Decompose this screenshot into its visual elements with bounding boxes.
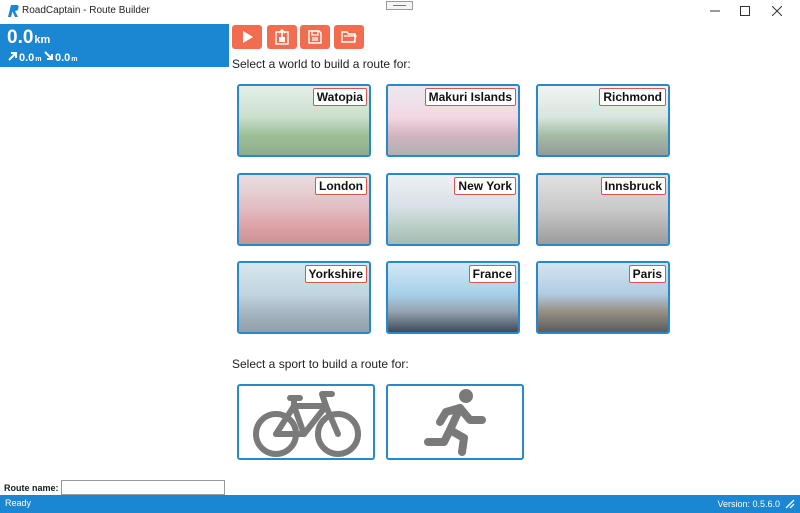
descent-unit: m	[71, 56, 78, 63]
world-name: Paris	[628, 265, 666, 283]
world-tile-new-york[interactable]: New York	[386, 173, 520, 246]
distance-value: 0.0	[7, 27, 34, 48]
window-title: RoadCaptain - Route Builder	[22, 5, 150, 16]
world-name: Watopia	[312, 88, 367, 106]
world-tile-france[interactable]: France	[386, 261, 520, 334]
descent-value: 0.0	[55, 52, 71, 64]
sport-tile-cycling[interactable]	[237, 384, 375, 460]
ascent-value: 0.0	[19, 52, 35, 64]
distance-unit: km	[34, 34, 51, 46]
ascent-unit: m	[35, 56, 42, 63]
world-tile-paris[interactable]: Paris	[536, 261, 670, 334]
play-icon	[243, 31, 253, 43]
distance-readout: 0.0km	[7, 27, 50, 49]
route-name-label: Route name:	[4, 483, 59, 493]
world-tile-watopia[interactable]: Watopia	[237, 84, 371, 157]
world-tile-makuri-islands[interactable]: Makuri Islands	[386, 84, 520, 157]
export-button[interactable]	[267, 25, 297, 49]
world-tile-yorkshire[interactable]: Yorkshire	[237, 261, 371, 334]
world-selection-prompt: Select a world to build a route for:	[232, 57, 411, 71]
world-tile-london[interactable]: London	[237, 173, 371, 246]
minimize-icon	[710, 10, 720, 12]
folder-icon	[341, 31, 357, 43]
save-button[interactable]	[300, 25, 330, 49]
descent-readout: 0.0 m	[44, 51, 78, 64]
status-bar: Ready Version: 0.5.6.0	[0, 495, 800, 513]
sport-selection-prompt: Select a sport to build a route for:	[232, 357, 409, 371]
world-name: Innsbruck	[600, 177, 666, 195]
world-name: France	[468, 265, 516, 283]
app-logo-icon	[8, 5, 19, 17]
world-name: Yorkshire	[304, 265, 367, 283]
arrow-up-right-icon	[8, 52, 17, 61]
world-name: Makuri Islands	[424, 88, 516, 106]
title-drag-handle[interactable]	[386, 1, 413, 10]
bicycle-icon	[253, 391, 361, 457]
save-icon	[308, 30, 322, 44]
route-name-input[interactable]	[61, 480, 225, 495]
world-name: Richmond	[599, 88, 666, 106]
world-tile-richmond[interactable]: Richmond	[536, 84, 670, 157]
maximize-icon	[740, 6, 750, 16]
route-summary-panel: 0.0km 0.0 m 0.0 m	[0, 24, 229, 67]
arrow-down-right-icon	[44, 51, 53, 60]
play-button[interactable]	[232, 25, 262, 49]
world-name: New York	[454, 177, 516, 195]
resize-grip-icon[interactable]	[785, 499, 795, 509]
runner-icon	[424, 389, 486, 456]
ascent-readout: 0.0 m	[8, 51, 42, 64]
close-icon	[772, 6, 782, 16]
export-icon	[275, 29, 289, 45]
world-name: London	[315, 177, 367, 195]
version-text: Version: 0.5.6.0	[717, 499, 780, 509]
minimize-button[interactable]	[700, 0, 730, 23]
title-bar: RoadCaptain - Route Builder	[0, 0, 800, 23]
close-button[interactable]	[762, 0, 792, 23]
sport-tile-running[interactable]	[386, 384, 524, 460]
world-tile-innsbruck[interactable]: Innsbruck	[536, 173, 670, 246]
status-text: Ready	[5, 498, 32, 508]
maximize-button[interactable]	[730, 0, 760, 23]
open-folder-button[interactable]	[334, 25, 364, 49]
